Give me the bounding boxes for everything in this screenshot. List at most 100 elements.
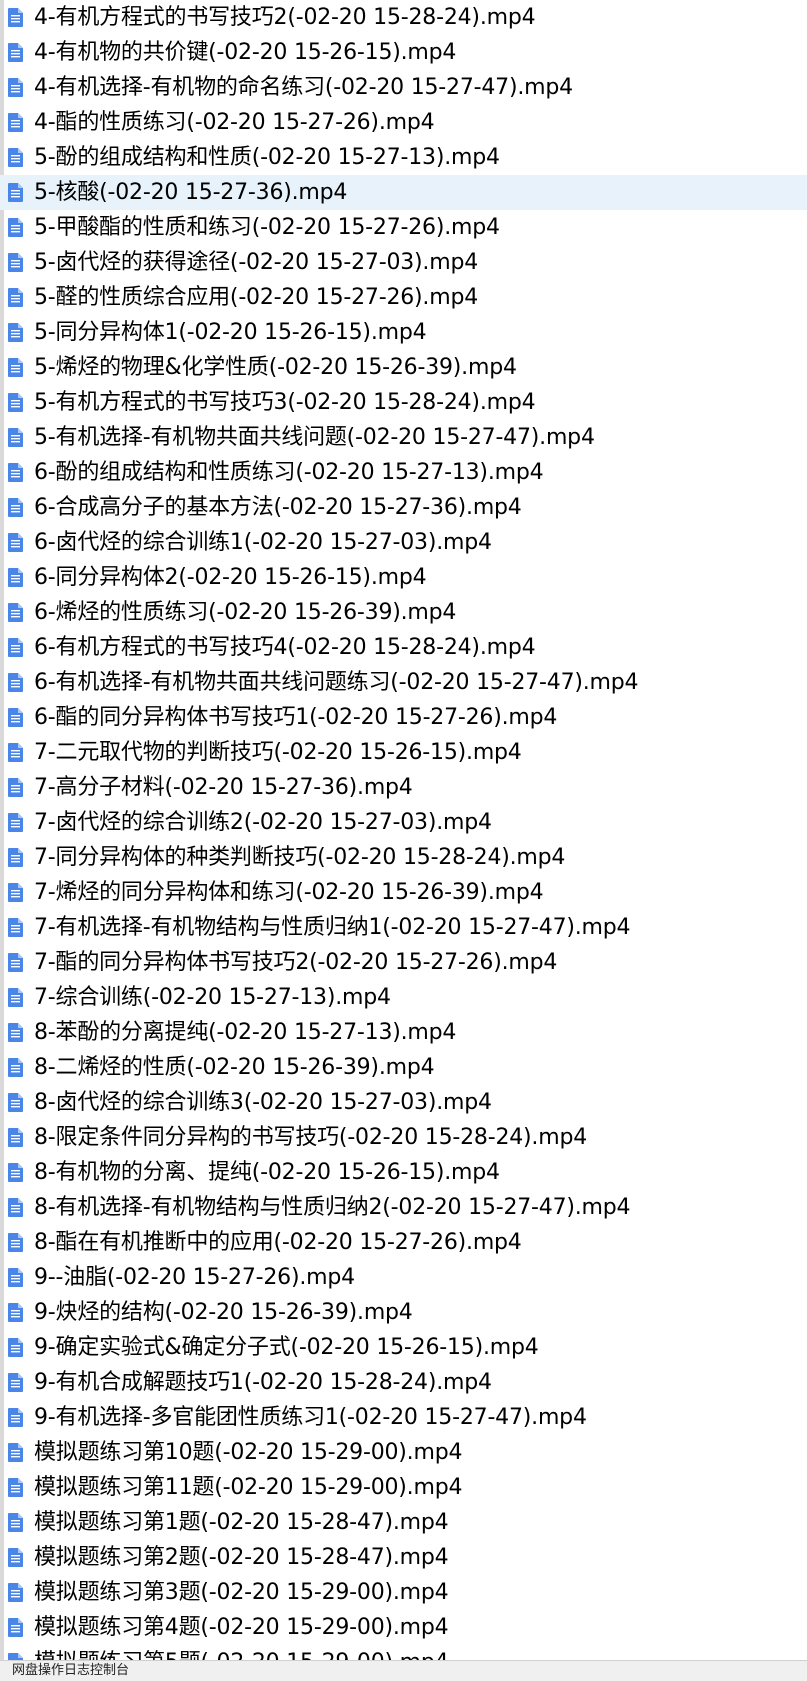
file-row[interactable]: 8-限定条件同分异构的书写技巧(-02-20 15-28-24).mp4 bbox=[0, 1120, 807, 1155]
document-icon bbox=[8, 1023, 23, 1042]
file-row[interactable]: 6-有机选择-有机物共面共线问题练习(-02-20 15-27-47).mp4 bbox=[0, 665, 807, 700]
file-name: 9-炔烃的结构(-02-20 15-26-39).mp4 bbox=[34, 1300, 413, 1325]
file-row[interactable]: 4-酯的性质练习(-02-20 15-27-26).mp4 bbox=[0, 105, 807, 140]
file-row[interactable]: 7-同分异构体的种类判断技巧(-02-20 15-28-24).mp4 bbox=[0, 840, 807, 875]
file-row[interactable]: 9-炔烃的结构(-02-20 15-26-39).mp4 bbox=[0, 1295, 807, 1330]
document-icon bbox=[8, 813, 23, 832]
file-row[interactable]: 5-卤代烃的获得途径(-02-20 15-27-03).mp4 bbox=[0, 245, 807, 280]
file-row[interactable]: 7-酯的同分异构体书写技巧2(-02-20 15-27-26).mp4 bbox=[0, 945, 807, 980]
document-icon bbox=[8, 1548, 23, 1567]
document-icon bbox=[8, 953, 23, 972]
document-icon bbox=[8, 498, 23, 517]
file-row[interactable]: 7-二元取代物的判断技巧(-02-20 15-26-15).mp4 bbox=[0, 735, 807, 770]
document-icon bbox=[8, 1338, 23, 1357]
file-row[interactable]: 9-有机合成解题技巧1(-02-20 15-28-24).mp4 bbox=[0, 1365, 807, 1400]
file-name: 8-限定条件同分异构的书写技巧(-02-20 15-28-24).mp4 bbox=[34, 1125, 588, 1150]
file-row[interactable]: 模拟题练习第5题(-02-20 15-29-00).mp4 bbox=[0, 1645, 807, 1660]
file-list: 4-有机方程式的书写技巧2(-02-20 15-28-24).mp4 4-有机物的… bbox=[0, 0, 807, 1660]
file-row[interactable]: 模拟题练习第3题(-02-20 15-29-00).mp4 bbox=[0, 1575, 807, 1610]
status-bar-text: 网盘操作日志控制台 bbox=[12, 1663, 130, 1678]
document-icon bbox=[8, 78, 23, 97]
file-name: 5-甲酸酯的性质和练习(-02-20 15-27-26).mp4 bbox=[34, 215, 500, 240]
file-row[interactable]: 6-有机方程式的书写技巧4(-02-20 15-28-24).mp4 bbox=[0, 630, 807, 665]
file-name: 5-有机选择-有机物共面共线问题(-02-20 15-27-47).mp4 bbox=[34, 425, 595, 450]
file-name: 模拟题练习第11题(-02-20 15-29-00).mp4 bbox=[34, 1475, 463, 1500]
document-icon bbox=[8, 1583, 23, 1602]
file-row[interactable]: 8-二烯烃的性质(-02-20 15-26-39).mp4 bbox=[0, 1050, 807, 1085]
file-name: 9-有机合成解题技巧1(-02-20 15-28-24).mp4 bbox=[34, 1370, 492, 1395]
document-icon bbox=[8, 568, 23, 587]
file-name: 5-核酸(-02-20 15-27-36).mp4 bbox=[34, 180, 348, 205]
file-name: 9--油脂(-02-20 15-27-26).mp4 bbox=[34, 1265, 355, 1290]
file-row[interactable]: 7-有机选择-有机物结构与性质归纳1(-02-20 15-27-47).mp4 bbox=[0, 910, 807, 945]
file-row[interactable]: 模拟题练习第10题(-02-20 15-29-00).mp4 bbox=[0, 1435, 807, 1470]
file-name: 5-酚的组成结构和性质(-02-20 15-27-13).mp4 bbox=[34, 145, 500, 170]
file-row[interactable]: 5-烯烃的物理&化学性质(-02-20 15-26-39).mp4 bbox=[0, 350, 807, 385]
file-row[interactable]: 5-酚的组成结构和性质(-02-20 15-27-13).mp4 bbox=[0, 140, 807, 175]
file-name: 4-有机选择-有机物的命名练习(-02-20 15-27-47).mp4 bbox=[34, 75, 573, 100]
file-row[interactable]: 8-有机选择-有机物结构与性质归纳2(-02-20 15-27-47).mp4 bbox=[0, 1190, 807, 1225]
file-row[interactable]: 9-确定实验式&确定分子式(-02-20 15-26-15).mp4 bbox=[0, 1330, 807, 1365]
file-row[interactable]: 模拟题练习第2题(-02-20 15-28-47).mp4 bbox=[0, 1540, 807, 1575]
file-row[interactable]: 7-高分子材料(-02-20 15-27-36).mp4 bbox=[0, 770, 807, 805]
file-row[interactable]: 5-甲酸酯的性质和练习(-02-20 15-27-26).mp4 bbox=[0, 210, 807, 245]
file-row[interactable]: 8-酯在有机推断中的应用(-02-20 15-27-26).mp4 bbox=[0, 1225, 807, 1260]
document-icon bbox=[8, 253, 23, 272]
file-name: 6-酚的组成结构和性质练习(-02-20 15-27-13).mp4 bbox=[34, 460, 544, 485]
file-name: 8-苯酚的分离提纯(-02-20 15-27-13).mp4 bbox=[34, 1020, 457, 1045]
file-row[interactable]: 7-烯烃的同分异构体和练习(-02-20 15-26-39).mp4 bbox=[0, 875, 807, 910]
file-row[interactable]: 4-有机选择-有机物的命名练习(-02-20 15-27-47).mp4 bbox=[0, 70, 807, 105]
file-row[interactable]: 8-苯酚的分离提纯(-02-20 15-27-13).mp4 bbox=[0, 1015, 807, 1050]
file-row[interactable]: 9-有机选择-多官能团性质练习1(-02-20 15-27-47).mp4 bbox=[0, 1400, 807, 1435]
file-row[interactable]: 8-卤代烃的综合训练3(-02-20 15-27-03).mp4 bbox=[0, 1085, 807, 1120]
document-icon bbox=[8, 183, 23, 202]
document-icon bbox=[8, 603, 23, 622]
file-row[interactable]: 5-核酸(-02-20 15-27-36).mp4 bbox=[0, 175, 807, 210]
file-row[interactable]: 5-有机选择-有机物共面共线问题(-02-20 15-27-47).mp4 bbox=[0, 420, 807, 455]
file-row[interactable]: 模拟题练习第11题(-02-20 15-29-00).mp4 bbox=[0, 1470, 807, 1505]
document-icon bbox=[8, 1233, 23, 1252]
file-row[interactable]: 6-酯的同分异构体书写技巧1(-02-20 15-27-26).mp4 bbox=[0, 700, 807, 735]
file-name: 5-烯烃的物理&化学性质(-02-20 15-26-39).mp4 bbox=[34, 355, 517, 380]
document-icon bbox=[8, 1268, 23, 1287]
file-row[interactable]: 6-卤代烃的综合训练1(-02-20 15-27-03).mp4 bbox=[0, 525, 807, 560]
file-name: 模拟题练习第3题(-02-20 15-29-00).mp4 bbox=[34, 1580, 449, 1605]
document-icon bbox=[8, 218, 23, 237]
file-row[interactable]: 7-综合训练(-02-20 15-27-13).mp4 bbox=[0, 980, 807, 1015]
file-row[interactable]: 5-有机方程式的书写技巧3(-02-20 15-28-24).mp4 bbox=[0, 385, 807, 420]
document-icon bbox=[8, 1653, 23, 1660]
file-row[interactable]: 4-有机物的共价键(-02-20 15-26-15).mp4 bbox=[0, 35, 807, 70]
file-row[interactable]: 5-醛的性质综合应用(-02-20 15-27-26).mp4 bbox=[0, 280, 807, 315]
file-row[interactable]: 7-卤代烃的综合训练2(-02-20 15-27-03).mp4 bbox=[0, 805, 807, 840]
document-icon bbox=[8, 288, 23, 307]
file-name: 6-卤代烃的综合训练1(-02-20 15-27-03).mp4 bbox=[34, 530, 492, 555]
document-icon bbox=[8, 358, 23, 377]
document-icon bbox=[8, 988, 23, 1007]
file-row[interactable]: 5-同分异构体1(-02-20 15-26-15).mp4 bbox=[0, 315, 807, 350]
document-icon bbox=[8, 638, 23, 657]
file-row[interactable]: 6-酚的组成结构和性质练习(-02-20 15-27-13).mp4 bbox=[0, 455, 807, 490]
file-name: 6-有机方程式的书写技巧4(-02-20 15-28-24).mp4 bbox=[34, 635, 536, 660]
document-icon bbox=[8, 1198, 23, 1217]
file-name: 模拟题练习第5题(-02-20 15-29-00).mp4 bbox=[34, 1645, 449, 1660]
file-row[interactable]: 6-合成高分子的基本方法(-02-20 15-27-36).mp4 bbox=[0, 490, 807, 525]
document-icon bbox=[8, 1373, 23, 1392]
file-row[interactable]: 模拟题练习第4题(-02-20 15-29-00).mp4 bbox=[0, 1610, 807, 1645]
file-row[interactable]: 6-烯烃的性质练习(-02-20 15-26-39).mp4 bbox=[0, 595, 807, 630]
document-icon bbox=[8, 743, 23, 762]
file-name: 8-有机物的分离、提纯(-02-20 15-26-15).mp4 bbox=[34, 1160, 500, 1185]
file-name: 9-有机选择-多官能团性质练习1(-02-20 15-27-47).mp4 bbox=[34, 1405, 587, 1430]
document-icon bbox=[8, 1618, 23, 1637]
file-row[interactable]: 4-有机方程式的书写技巧2(-02-20 15-28-24).mp4 bbox=[0, 0, 807, 35]
file-name: 9-确定实验式&确定分子式(-02-20 15-26-15).mp4 bbox=[34, 1335, 539, 1360]
file-row[interactable]: 9--油脂(-02-20 15-27-26).mp4 bbox=[0, 1260, 807, 1295]
file-row[interactable]: 8-有机物的分离、提纯(-02-20 15-26-15).mp4 bbox=[0, 1155, 807, 1190]
file-name: 模拟题练习第4题(-02-20 15-29-00).mp4 bbox=[34, 1615, 449, 1640]
file-row[interactable]: 6-同分异构体2(-02-20 15-26-15).mp4 bbox=[0, 560, 807, 595]
file-name: 6-同分异构体2(-02-20 15-26-15).mp4 bbox=[34, 565, 427, 590]
file-row[interactable]: 模拟题练习第1题(-02-20 15-28-47).mp4 bbox=[0, 1505, 807, 1540]
file-name: 4-有机物的共价键(-02-20 15-26-15).mp4 bbox=[34, 40, 457, 65]
file-name: 6-烯烃的性质练习(-02-20 15-26-39).mp4 bbox=[34, 600, 457, 625]
file-name: 7-高分子材料(-02-20 15-27-36).mp4 bbox=[34, 775, 413, 800]
document-icon bbox=[8, 148, 23, 167]
